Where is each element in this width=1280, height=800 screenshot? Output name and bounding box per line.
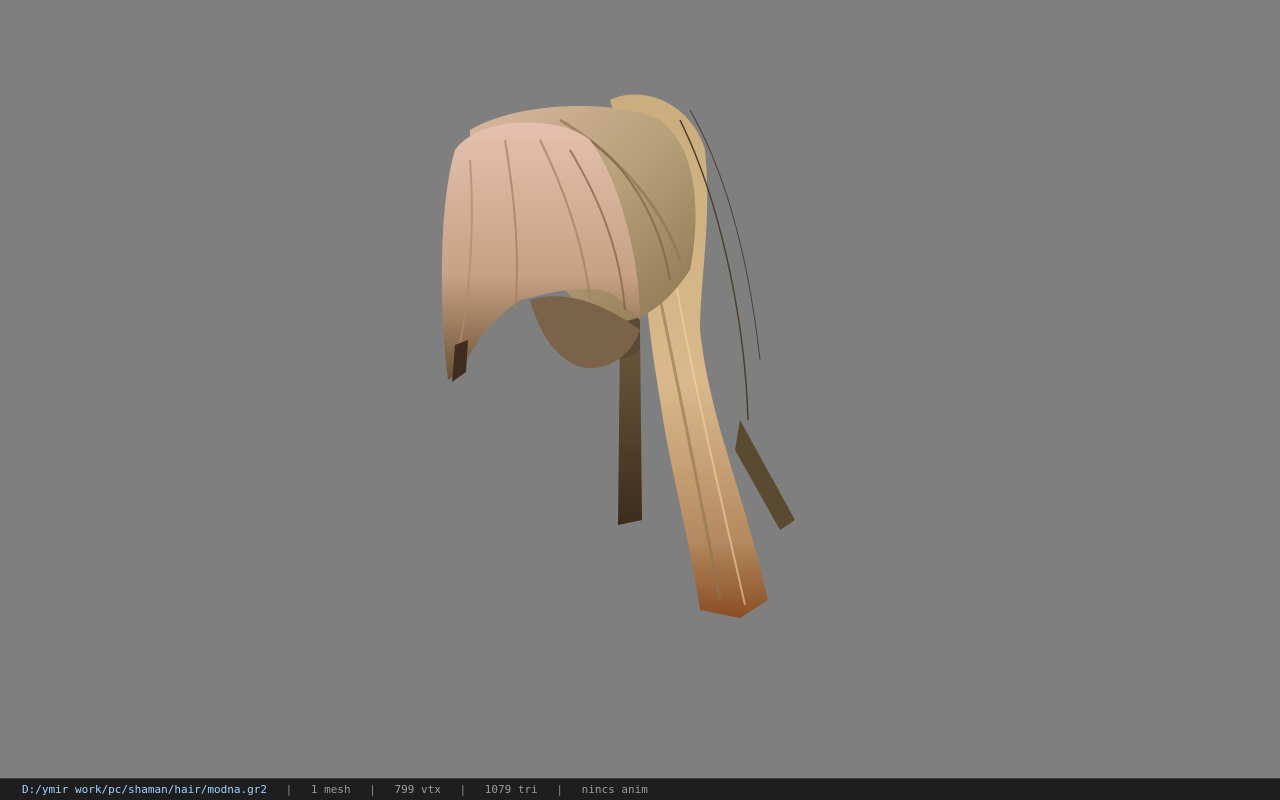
- status-separator: |: [459, 783, 467, 796]
- mesh-count: 1 mesh: [310, 783, 351, 796]
- status-separator: |: [369, 783, 376, 796]
- status-bar: D:/ymir work/pc/shaman/hair/modna.gr2 | …: [0, 778, 1280, 800]
- triangle-count: 1079 tri: [484, 783, 538, 796]
- status-separator: |: [285, 783, 293, 796]
- file-path: D:/ymir work/pc/shaman/hair/modna.gr2: [22, 783, 268, 796]
- hair-mesh-icon: [441, 94, 795, 618]
- 3d-viewport[interactable]: [0, 0, 1280, 778]
- vertex-count: 799 vtx: [394, 783, 441, 796]
- status-separator: |: [556, 783, 564, 796]
- animation-status: nincs anim: [581, 783, 648, 796]
